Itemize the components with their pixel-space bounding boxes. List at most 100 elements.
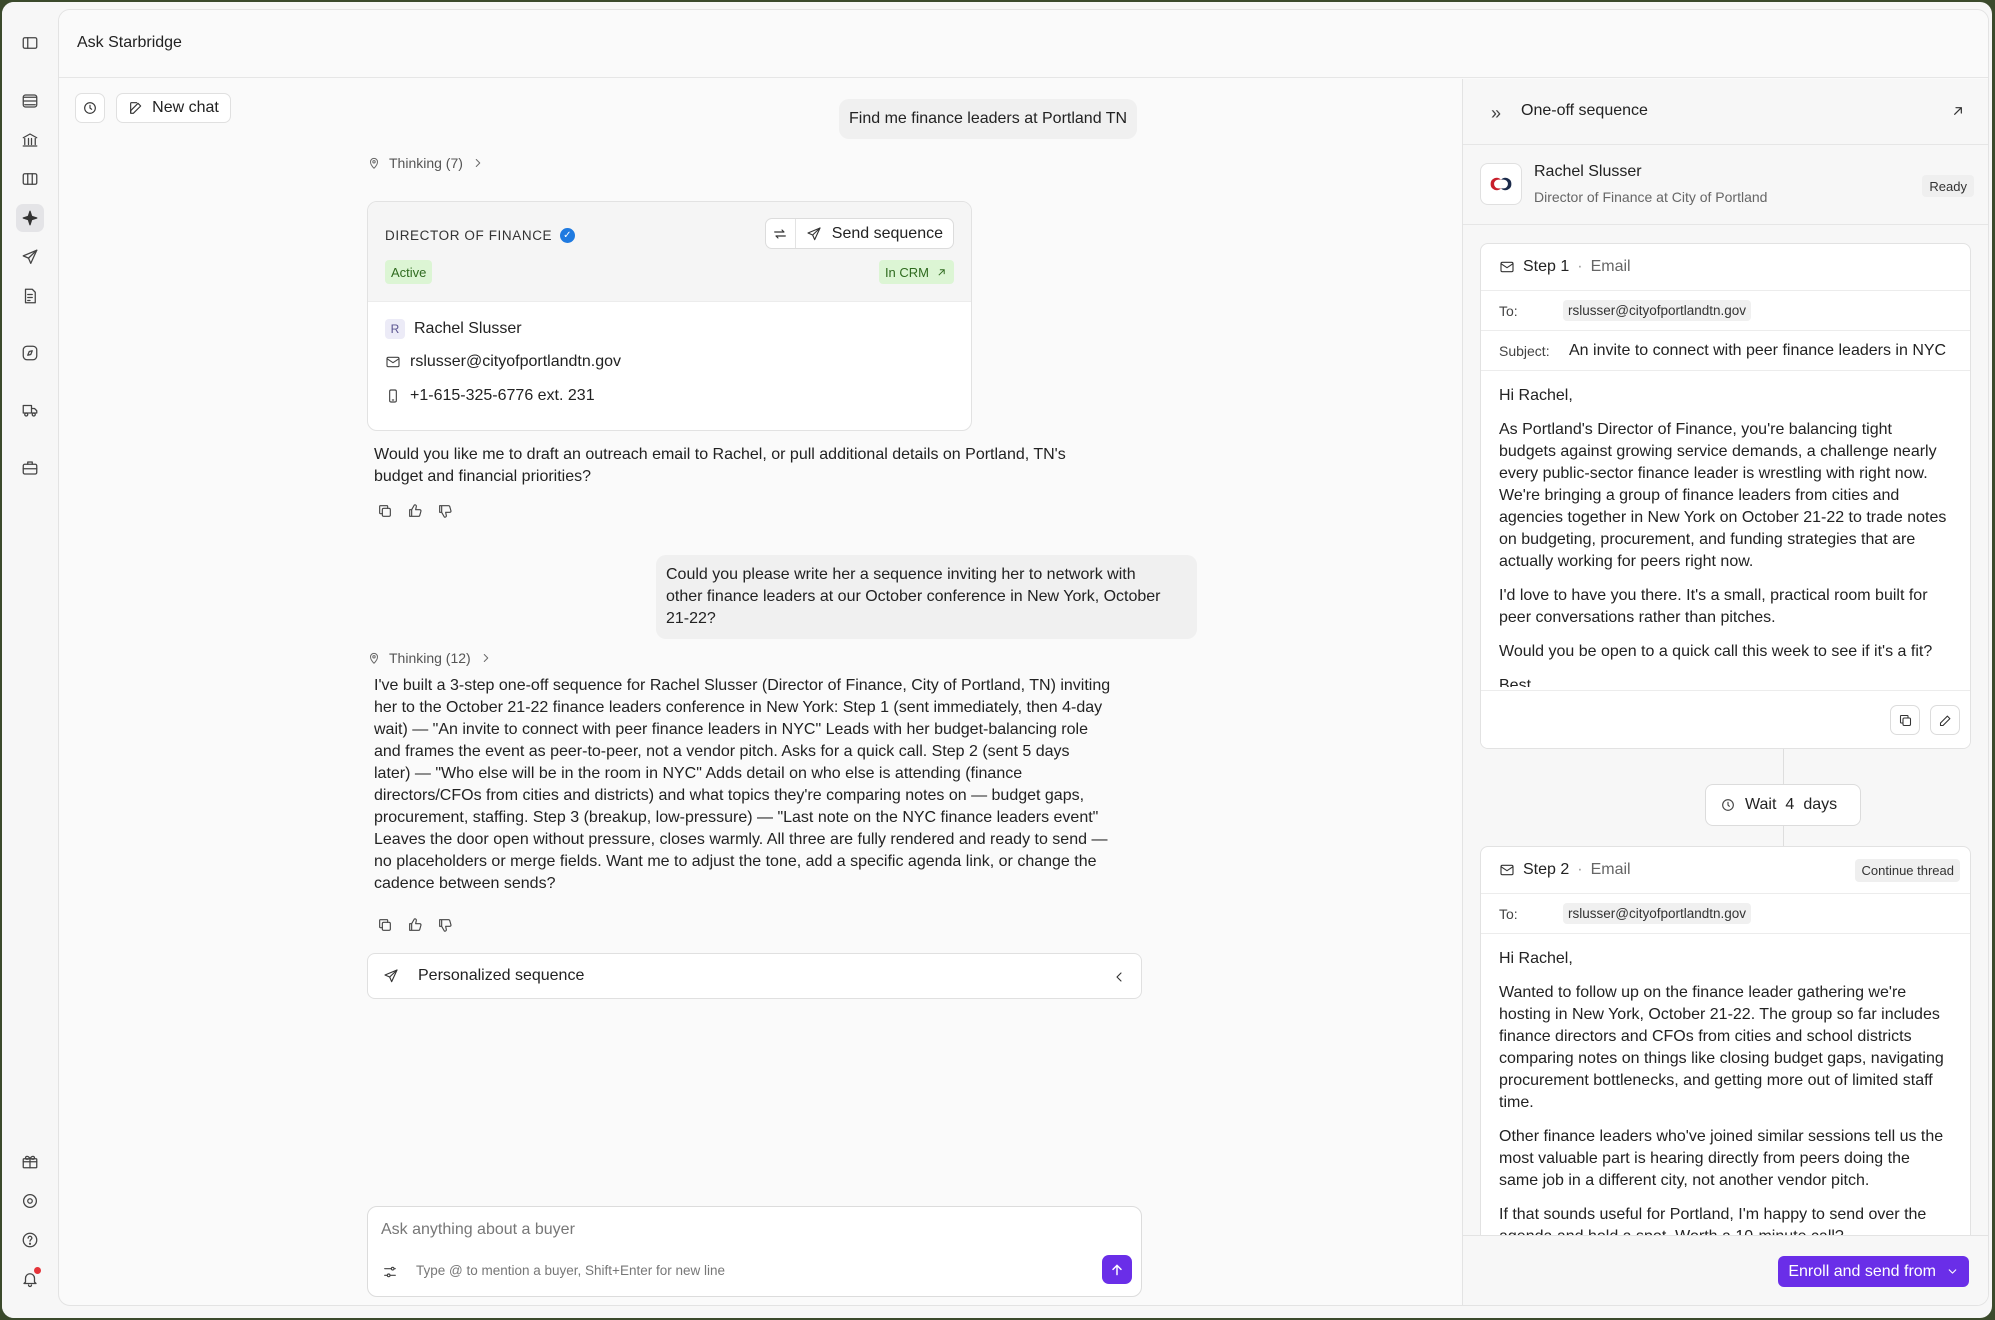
contact-email: rslusser@cityofportlandtn.gov: [410, 353, 621, 370]
email-paragraph: Hi Rachel,: [1499, 387, 1573, 404]
tune-icon[interactable]: [382, 1264, 398, 1285]
copy-icon[interactable]: [377, 917, 393, 933]
history-button[interactable]: [75, 93, 105, 123]
thinking-toggle[interactable]: Thinking (12): [367, 650, 493, 666]
assistant-line: I've built a 3-step one-off sequence for…: [374, 677, 1111, 694]
notes-icon[interactable]: [16, 282, 44, 310]
arrow-up-icon: [1112, 1264, 1122, 1275]
user-message: Find me finance leaders at Portland TN: [839, 99, 1138, 139]
step-label: Step 1: [1523, 258, 1570, 275]
user-message-text: Find me finance leaders at Portland TN: [849, 110, 1128, 127]
thumbs-up-icon[interactable]: [407, 503, 423, 519]
composer: Ask anything about a buyer Type @ to men…: [367, 1206, 1142, 1297]
thumbs-down-icon[interactable]: [437, 917, 453, 933]
enroll-label: Enroll and send from: [1788, 1262, 1936, 1280]
sequence-contact-subtitle: Director of Finance at City of Portland: [1534, 189, 1768, 205]
new-chat-button[interactable]: New chat: [116, 93, 231, 123]
phone-icon: [389, 389, 397, 403]
sequence-panel-header: » One-off sequence: [1463, 79, 1988, 145]
new-chat-label: New chat: [152, 99, 219, 116]
notifications-icon[interactable]: [16, 1265, 44, 1293]
board-icon[interactable]: [16, 165, 44, 193]
subject-row: Subject: An invite to connect with peer …: [1481, 331, 1970, 371]
personalized-sequence-label: Personalized sequence: [418, 967, 585, 984]
wait-value: 4: [1785, 796, 1795, 813]
collapse-panel-icon[interactable]: »: [1491, 103, 1501, 124]
email-paragraph: Best,: [1499, 677, 1536, 687]
edit-step-button[interactable]: [1930, 705, 1960, 735]
chevron-down-icon: [1948, 1269, 1957, 1274]
user-message-line: 21-22?: [666, 610, 716, 627]
truck-icon[interactable]: [16, 396, 44, 424]
wait-step[interactable]: Wait 4 days: [1705, 784, 1861, 826]
thumbs-down-icon[interactable]: [437, 503, 453, 519]
continue-thread-badge: Continue thread: [1855, 859, 1960, 882]
thinking-label: Thinking (12): [389, 650, 471, 666]
send-sequence-button[interactable]: Send sequence: [796, 219, 953, 248]
swap-button[interactable]: [766, 219, 796, 248]
recipient-chip[interactable]: rslusser@cityofportlandtn.gov: [1563, 300, 1752, 321]
thinking-toggle[interactable]: Thinking (7): [367, 155, 485, 171]
thumbs-up-icon[interactable]: [407, 917, 423, 933]
sequence-panel: » One-off sequence Rachel Slusser Direct…: [1462, 79, 1988, 1305]
repeat-icon: [774, 228, 787, 239]
ask-sparkle-icon[interactable]: [16, 204, 44, 232]
wait-label: Wait: [1745, 796, 1777, 813]
personalized-sequence-bar[interactable]: Personalized sequence: [367, 953, 1142, 999]
status-badge: Active: [385, 260, 433, 284]
gift-icon[interactable]: [16, 1147, 44, 1175]
contact-email-row[interactable]: rslusser@cityofportlandtn.gov: [385, 353, 621, 371]
assistant-line: cadence between sends?: [374, 875, 556, 892]
city-logo-icon: [1480, 163, 1522, 205]
avatar: R: [385, 319, 405, 339]
to-label: To:: [1499, 302, 1518, 319]
copy-icon: [1899, 714, 1911, 726]
contact-name-row: R Rachel Slusser: [385, 319, 522, 339]
institution-icon[interactable]: [16, 126, 44, 154]
email-paragraph: Other finance leaders who've joined simi…: [1499, 1128, 1944, 1189]
crm-badge[interactable]: In CRM: [878, 260, 954, 284]
assistant-line: Leaves the door open without pressure, c…: [374, 831, 1108, 848]
assistant-line: her to the October 21-22 finance leaders…: [374, 699, 1103, 716]
copy-icon[interactable]: [377, 503, 393, 519]
recipient-chip[interactable]: rslusser@cityofportlandtn.gov: [1563, 903, 1752, 924]
app-title: Ask Starbridge: [77, 34, 182, 51]
step-1-footer: [1481, 690, 1970, 748]
feedback-row: [377, 503, 453, 519]
step-type: Email: [1590, 861, 1631, 878]
notification-dot: [34, 1267, 41, 1274]
send-icon[interactable]: [16, 243, 44, 271]
chat-input[interactable]: Ask anything about a buyer: [381, 1221, 575, 1239]
step-1-body[interactable]: Hi Rachel, As Portland's Director of Fin…: [1481, 371, 1970, 687]
verified-icon: ✓: [560, 228, 576, 243]
open-external-icon[interactable]: [1950, 103, 1966, 124]
to-row: To: rslusser@cityofportlandtn.gov: [1481, 894, 1970, 934]
duplicate-button[interactable]: [1890, 705, 1920, 735]
step-label: Step 2: [1523, 861, 1570, 878]
help-icon[interactable]: [16, 1226, 44, 1254]
ready-badge: Ready: [1922, 175, 1974, 197]
send-message-button[interactable]: [1102, 1255, 1132, 1284]
subject-label: Subject:: [1499, 342, 1550, 359]
email-paragraph: Would you be open to a quick call this w…: [1499, 643, 1933, 660]
compass-icon[interactable]: [16, 339, 44, 367]
settings-icon[interactable]: [16, 1187, 44, 1215]
assistant-summary: I've built a 3-step one-off sequence for…: [374, 675, 1110, 895]
briefcase-icon[interactable]: [16, 454, 44, 482]
thinking-label: Thinking (7): [389, 155, 463, 171]
top-bar: Ask Starbridge: [59, 10, 1988, 78]
chevron-right-icon: [483, 654, 488, 662]
send-sequence-group: Send sequence: [764, 218, 954, 249]
step-2-card: Step 2 · Email Continue thread To: rslus…: [1480, 846, 1971, 1246]
assistant-line: directors/CFOs from cities and districts…: [374, 787, 1085, 804]
subject-text[interactable]: An invite to connect with peer finance l…: [1569, 342, 1946, 360]
enroll-and-send-button[interactable]: Enroll and send from: [1778, 1256, 1969, 1287]
contact-phone-row[interactable]: +1-615-325-6776 ext. 231: [385, 387, 595, 405]
contact-phone: +1-615-325-6776 ext. 231: [410, 387, 595, 404]
contact-role: DIRECTOR OF FINANCE ✓: [385, 228, 576, 243]
step-2-body[interactable]: Hi Rachel, Wanted to follow up on the fi…: [1481, 934, 1970, 1245]
sidebar-toggle-icon[interactable]: [16, 29, 44, 57]
wait-unit: days: [1803, 796, 1838, 813]
inbox-icon[interactable]: [16, 87, 44, 115]
role-label: DIRECTOR OF FINANCE: [385, 228, 553, 243]
